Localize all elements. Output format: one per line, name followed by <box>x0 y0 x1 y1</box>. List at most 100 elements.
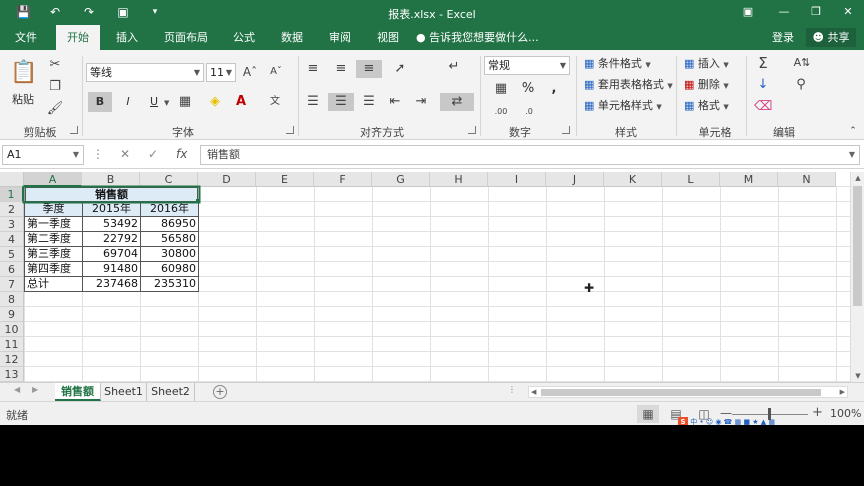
add-sheet-icon[interactable]: + <box>213 385 227 399</box>
sheet-tab-sales[interactable]: 销售额 <box>55 383 101 401</box>
column-header[interactable]: J <box>546 172 604 187</box>
italic-button[interactable]: I <box>118 92 138 112</box>
font-name-select[interactable]: 等线 ▼ <box>86 63 204 82</box>
worksheet-grid[interactable]: ABCDEFGHIJKLMN 1 2 3 4 5 6 7 8 9 10 11 12 13 销售额 季度 … <box>0 172 850 382</box>
table-cell[interactable]: 86950 <box>141 217 198 232</box>
tab-formulas[interactable]: 公式 <box>224 25 264 50</box>
header-cell[interactable]: 季度 <box>25 202 82 217</box>
sheet-tab-sheet2[interactable]: Sheet2 <box>147 383 195 401</box>
column-header[interactable]: E <box>256 172 314 187</box>
conditional-format-button[interactable]: ▦ 条件格式 ▼ <box>584 54 666 74</box>
accounting-format-icon[interactable]: ▦ <box>490 80 512 98</box>
find-select-icon[interactable]: ⚲ <box>792 76 810 94</box>
align-left-icon[interactable]: ☰ <box>304 93 322 111</box>
row-header[interactable]: 6 <box>0 262 24 277</box>
table-cell[interactable]: 22792 <box>83 232 140 247</box>
orientation-icon[interactable]: ➚ <box>390 60 410 78</box>
underline-button[interactable]: U <box>144 92 164 112</box>
scroll-down-icon[interactable]: ▼ <box>851 370 864 382</box>
row-header[interactable]: 12 <box>0 352 24 367</box>
zoom-in-icon[interactable]: + <box>812 405 823 420</box>
grow-font-icon[interactable]: Aˆ <box>242 63 258 81</box>
normal-view-icon[interactable]: ▦ <box>637 405 659 423</box>
zoom-slider-knob[interactable] <box>768 408 771 420</box>
column-header[interactable]: N <box>778 172 836 187</box>
wrap-text-icon[interactable]: ↵ <box>444 58 464 76</box>
zoom-level[interactable]: 100% <box>830 407 861 420</box>
cell-styles-button[interactable]: ▦ 单元格样式 ▼ <box>584 96 666 116</box>
number-launcher[interactable] <box>562 126 570 134</box>
number-format-select[interactable]: 常规 ▼ <box>484 56 570 75</box>
tab-data[interactable]: 数据 <box>272 25 312 50</box>
table-cell[interactable]: 30800 <box>141 247 198 262</box>
align-right-icon[interactable]: ☰ <box>360 93 378 111</box>
font-launcher[interactable] <box>286 126 294 134</box>
table-cell[interactable]: 60980 <box>141 262 198 277</box>
header-cell[interactable]: 2015年 <box>83 202 140 217</box>
column-header[interactable]: G <box>372 172 430 187</box>
table-cell[interactable]: 第三季度 <box>25 247 82 262</box>
align-top-icon[interactable]: ≡ <box>304 60 322 78</box>
table-cell[interactable]: 第一季度 <box>25 217 82 232</box>
scroll-right-icon[interactable]: ▶ <box>840 387 845 397</box>
table-cell[interactable]: 56580 <box>141 232 198 247</box>
row-header[interactable]: 4 <box>0 232 24 247</box>
clear-icon[interactable]: ⌫ <box>754 98 772 116</box>
row-header[interactable]: 9 <box>0 307 24 322</box>
align-middle-icon[interactable]: ≡ <box>332 60 350 78</box>
column-header[interactable]: B <box>82 172 140 187</box>
name-box[interactable]: A1 ▼ <box>2 145 84 165</box>
cell-a1-title[interactable]: 销售额 <box>25 187 198 202</box>
share-button[interactable]: ☻ 共享 <box>806 28 856 47</box>
row-header[interactable]: 3 <box>0 217 24 232</box>
select-all-corner[interactable] <box>0 172 24 187</box>
merge-center-icon[interactable]: ⇄ <box>440 93 474 111</box>
scroll-thumb[interactable] <box>853 186 862 306</box>
comma-button[interactable]: , <box>546 79 562 99</box>
table-cell[interactable]: 69704 <box>83 247 140 262</box>
column-header[interactable]: D <box>198 172 256 187</box>
fill-icon[interactable]: ↓ <box>754 76 772 94</box>
font-color-icon[interactable]: A <box>232 93 250 111</box>
column-header[interactable]: H <box>430 172 488 187</box>
row-header[interactable]: 2 <box>0 202 24 217</box>
minimize-icon[interactable]: — <box>776 4 792 20</box>
tab-view[interactable]: 视图 <box>368 25 408 50</box>
column-header[interactable]: I <box>488 172 546 187</box>
cut-icon[interactable]: ✂ <box>46 56 64 74</box>
percent-button[interactable]: % <box>518 79 538 99</box>
autosum-icon[interactable]: Σ <box>754 54 772 72</box>
alignment-launcher[interactable] <box>468 126 476 134</box>
borders-icon[interactable]: ▦ <box>176 93 194 111</box>
increase-decimal-icon[interactable]: .00 <box>490 103 512 121</box>
sort-filter-icon[interactable]: A⇅ <box>790 54 814 72</box>
format-painter-icon[interactable]: 🖌 <box>46 100 64 118</box>
sheet-tab-sheet1[interactable]: Sheet1 <box>101 383 147 401</box>
column-header[interactable]: A <box>24 172 82 187</box>
decrease-indent-icon[interactable]: ⇤ <box>386 93 404 111</box>
column-header[interactable]: L <box>662 172 720 187</box>
row-header[interactable]: 13 <box>0 367 24 382</box>
row-header[interactable]: 1 <box>0 187 24 202</box>
table-cell[interactable]: 237468 <box>83 277 140 292</box>
table-cell[interactable]: 53492 <box>83 217 140 232</box>
tab-page-layout[interactable]: 页面布局 <box>158 25 214 50</box>
decrease-decimal-icon[interactable]: .0 <box>518 103 540 121</box>
column-header[interactable]: M <box>720 172 778 187</box>
tab-file[interactable]: 文件 <box>6 25 46 50</box>
row-header[interactable]: 10 <box>0 322 24 337</box>
table-cell[interactable]: 第四季度 <box>25 262 82 277</box>
format-as-table-button[interactable]: ▦ 套用表格格式 ▼ <box>584 75 674 95</box>
tab-home[interactable]: 开始 <box>56 25 100 50</box>
prev-sheet-icon[interactable]: ◀ <box>14 385 20 394</box>
row-header[interactable]: 11 <box>0 337 24 352</box>
scroll-thumb[interactable] <box>541 389 821 396</box>
table-cell[interactable]: 235310 <box>141 277 198 292</box>
table-cell[interactable]: 第二季度 <box>25 232 82 247</box>
fill-color-icon[interactable]: ◈ <box>206 93 224 111</box>
login-button[interactable]: 登录 <box>772 25 794 50</box>
tab-insert[interactable]: 插入 <box>106 25 148 50</box>
ribbon-display-icon[interactable]: ▣ <box>740 4 756 20</box>
zoom-out-icon[interactable]: — <box>720 406 732 420</box>
tell-me-box[interactable]: ● 告诉我您想要做什么... <box>416 25 539 50</box>
